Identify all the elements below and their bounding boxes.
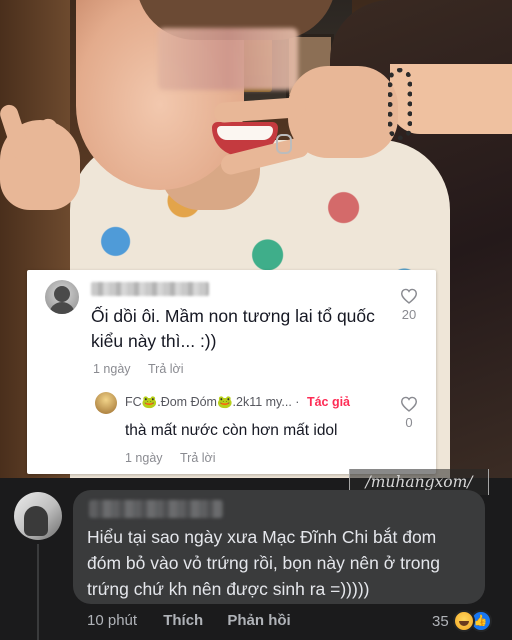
heart-icon (400, 288, 418, 304)
fb-commenter-avatar[interactable] (14, 492, 62, 540)
fb-reaction-summary[interactable]: 35 👍 (432, 610, 492, 632)
fb-like-button[interactable]: Thích (163, 612, 203, 629)
reply-meta: 1 ngày Trả lời (125, 451, 216, 465)
comment-like-button[interactable]: 20 (395, 288, 423, 322)
screenshot: Ối dồi ôi. Mầm non tương lai tổ quốc kiể… (0, 0, 512, 640)
fb-comment-time[interactable]: 10 phút (87, 612, 137, 629)
tiktok-comment-card: Ối dồi ôi. Mầm non tương lai tổ quốc kiể… (27, 270, 436, 474)
fb-comment-bubble: Hiểu tại sao ngày xưa Mạc Đĩnh Chi bắt đ… (73, 490, 485, 604)
reply-username-row: FC🐸.Đom Đóm🐸.2k11 my... · Tác giả (125, 395, 350, 410)
reply-reply-button[interactable]: Trả lời (180, 451, 216, 465)
fb-reaction-count: 35 (432, 612, 449, 630)
comment-like-count: 20 (401, 307, 417, 322)
reply-text: thà mất nước còn hơn mất idol (125, 422, 338, 439)
fb-comment-text: Hiểu tại sao ngày xưa Mạc Đĩnh Chi bắt đ… (87, 527, 440, 599)
comment-text: Ối dồi ôi. Mầm non tương lai tổ quốc kiể… (91, 306, 375, 351)
fb-comment-actions: 10 phút Thích Phản hồi (87, 612, 311, 629)
comment-reply-button[interactable]: Trả lời (148, 362, 184, 376)
blurred-fb-username (89, 500, 223, 518)
author-badge: Tác giả (306, 395, 351, 409)
heart-icon (400, 396, 418, 412)
haha-reaction-icon (452, 610, 475, 632)
reply-like-button[interactable]: 0 (395, 396, 423, 430)
commenter-avatar[interactable] (45, 280, 79, 314)
reply-avatar[interactable] (95, 392, 117, 414)
reply-username[interactable]: FC🐸.Đom Đóm🐸.2k11 my... (125, 395, 292, 409)
blurred-eyes (158, 28, 298, 90)
reply-like-count: 0 (405, 415, 413, 430)
person-face (76, 0, 336, 190)
comment-time: 1 ngày (93, 362, 131, 376)
fb-reply-button[interactable]: Phản hồi (227, 612, 290, 629)
ring (276, 134, 292, 154)
blurred-username (91, 282, 209, 296)
thread-line (37, 544, 39, 640)
separator-dot: · (295, 395, 300, 409)
bead-bracelet (388, 68, 412, 140)
reply-time: 1 ngày (125, 451, 163, 465)
comment-meta: 1 ngày Trả lời (93, 362, 184, 376)
